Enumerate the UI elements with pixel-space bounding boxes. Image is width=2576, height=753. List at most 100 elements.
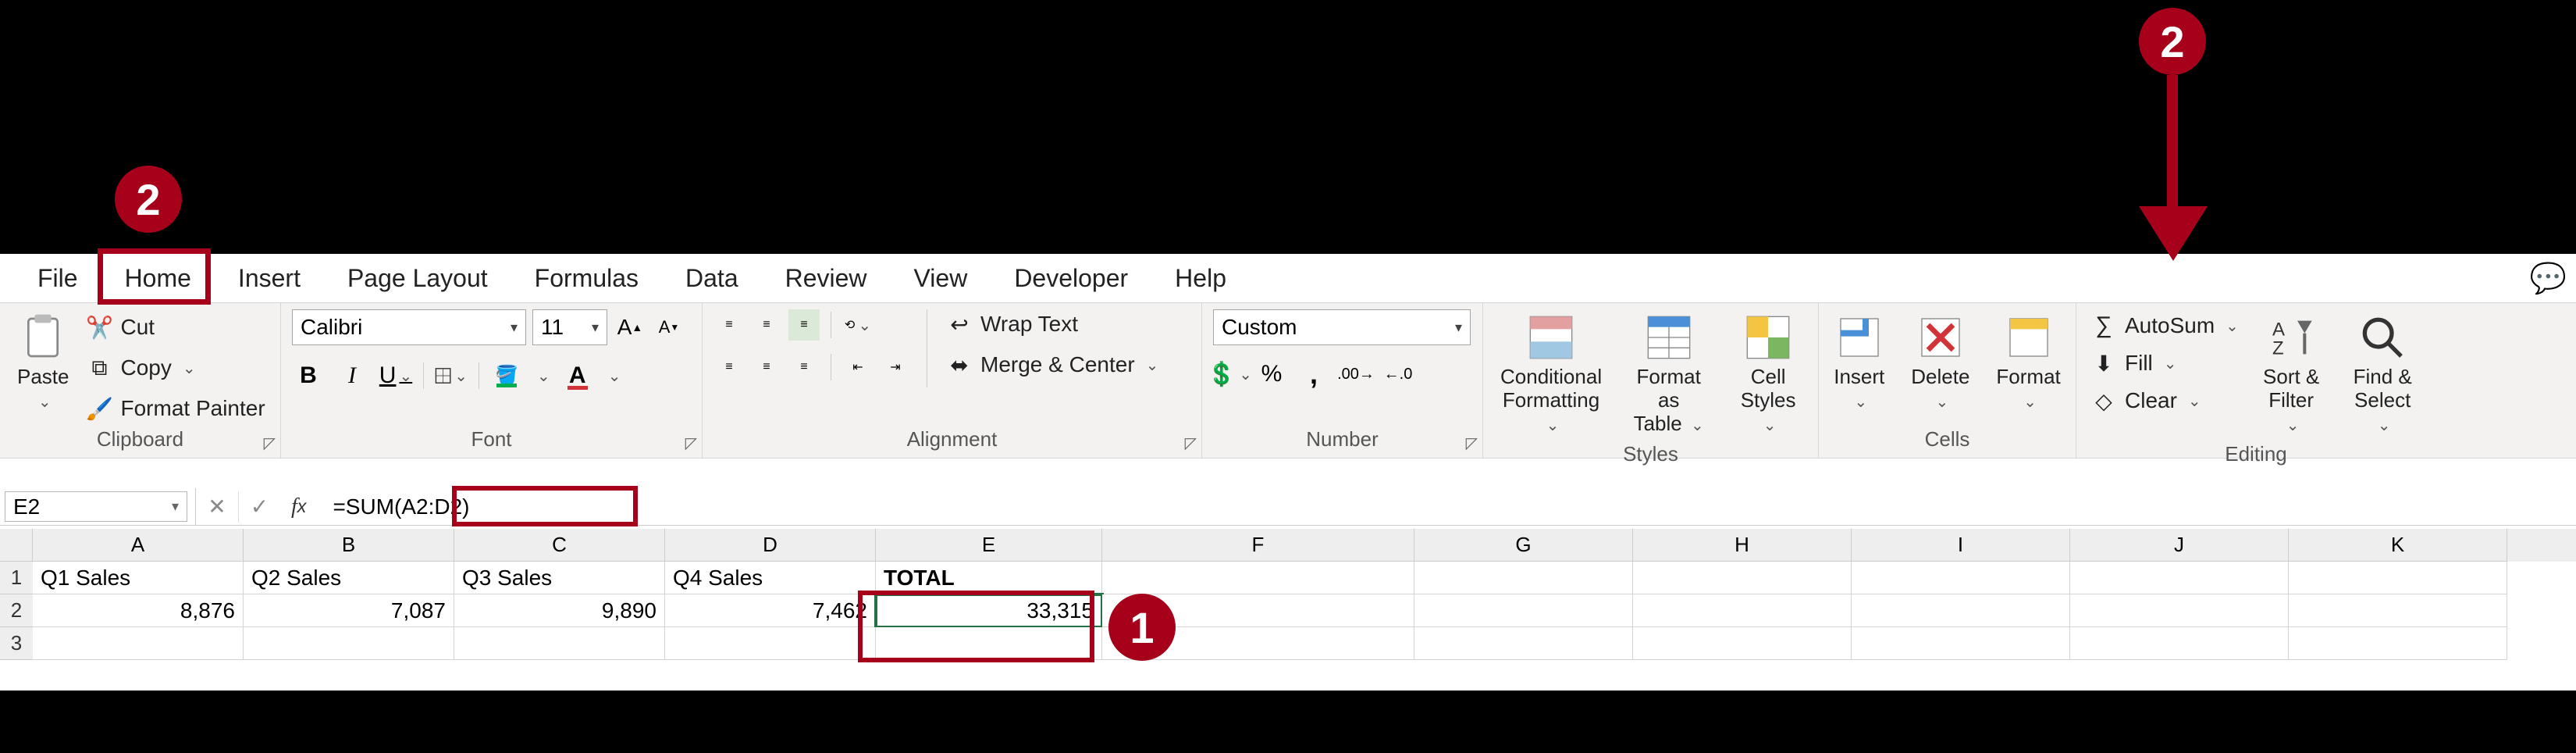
- accounting-button[interactable]: 💲⌄: [1213, 358, 1246, 391]
- col-header-A[interactable]: A: [33, 529, 244, 562]
- cell-G3[interactable]: [1414, 627, 1633, 660]
- tab-review[interactable]: Review: [762, 255, 891, 302]
- cell-I1[interactable]: [1852, 562, 2070, 594]
- cell-styles-button[interactable]: Cell Styles ⌄: [1729, 309, 1807, 439]
- underline-button[interactable]: U⌄: [379, 359, 412, 392]
- align-bottom-button[interactable]: ≡: [788, 309, 820, 341]
- decrease-decimal-button[interactable]: ←.0: [1382, 358, 1414, 391]
- dialog-launcher-alignment[interactable]: ◸: [1185, 434, 1197, 453]
- formula-input[interactable]: [322, 488, 2576, 525]
- align-middle-button[interactable]: ≡: [751, 309, 782, 341]
- cell-K1[interactable]: [2289, 562, 2507, 594]
- cell-F1[interactable]: [1102, 562, 1414, 594]
- delete-cells-button[interactable]: Delete⌄: [1905, 309, 1976, 416]
- conditional-formatting-button[interactable]: Conditional Formatting ⌄: [1494, 309, 1608, 439]
- bold-button[interactable]: B: [292, 359, 325, 392]
- tab-page-layout[interactable]: Page Layout: [324, 255, 511, 302]
- format-painter-button[interactable]: 🖌️ Format Painter: [84, 394, 269, 423]
- col-header-B[interactable]: B: [244, 529, 454, 562]
- tab-insert[interactable]: Insert: [215, 255, 324, 302]
- fx-icon[interactable]: fx: [280, 494, 317, 519]
- wrap-text-button[interactable]: ↩ Wrap Text: [943, 309, 1162, 339]
- number-format-dropdown[interactable]: Custom ▾: [1213, 309, 1471, 345]
- cell-J1[interactable]: [2070, 562, 2289, 594]
- dialog-launcher-number[interactable]: ◸: [1466, 434, 1478, 453]
- cell-I2[interactable]: [1852, 594, 2070, 627]
- col-header-I[interactable]: I: [1852, 529, 2070, 562]
- fill-button[interactable]: ⬇ Fill ⌄: [2087, 348, 2242, 378]
- orientation-button[interactable]: ⟲⌄: [842, 309, 873, 341]
- col-header-F[interactable]: F: [1102, 529, 1414, 562]
- tab-help[interactable]: Help: [1151, 255, 1250, 302]
- cell-H3[interactable]: [1633, 627, 1852, 660]
- tab-formulas[interactable]: Formulas: [511, 255, 662, 302]
- cell-J3[interactable]: [2070, 627, 2289, 660]
- comma-button[interactable]: ,: [1297, 358, 1330, 391]
- align-right-button[interactable]: ≡: [788, 352, 820, 383]
- decrease-indent-button[interactable]: ⇤: [842, 352, 873, 383]
- borders-button[interactable]: ⌄: [435, 359, 468, 392]
- font-color-button[interactable]: A: [561, 359, 594, 392]
- increase-decimal-button[interactable]: .00→: [1340, 358, 1372, 391]
- cell-D2[interactable]: 7,462: [665, 594, 876, 627]
- cell-B1[interactable]: Q2 Sales: [244, 562, 454, 594]
- cell-A2[interactable]: 8,876: [33, 594, 244, 627]
- paste-button[interactable]: Paste⌄: [11, 309, 76, 416]
- col-header-H[interactable]: H: [1633, 529, 1852, 562]
- cell-C1[interactable]: Q3 Sales: [454, 562, 665, 594]
- row-header-3[interactable]: 3: [0, 627, 33, 660]
- format-as-table-button[interactable]: Format as Table ⌄: [1624, 309, 1713, 439]
- cell-D1[interactable]: Q4 Sales: [665, 562, 876, 594]
- col-header-J[interactable]: J: [2070, 529, 2289, 562]
- cell-I3[interactable]: [1852, 627, 2070, 660]
- tab-view[interactable]: View: [891, 255, 991, 302]
- col-header-C[interactable]: C: [454, 529, 665, 562]
- italic-button[interactable]: I: [336, 359, 368, 392]
- tab-developer[interactable]: Developer: [991, 255, 1151, 302]
- cell-H1[interactable]: [1633, 562, 1852, 594]
- cell-H2[interactable]: [1633, 594, 1852, 627]
- increase-indent-button[interactable]: ⇥: [880, 352, 911, 383]
- cell-K2[interactable]: [2289, 594, 2507, 627]
- cancel-formula-button[interactable]: ✕: [196, 491, 238, 523]
- comments-icon[interactable]: 💬: [2530, 262, 2567, 296]
- decrease-font-button[interactable]: A▼: [653, 311, 685, 344]
- cell-G1[interactable]: [1414, 562, 1633, 594]
- align-top-button[interactable]: ≡: [713, 309, 745, 341]
- cell-C2[interactable]: 9,890: [454, 594, 665, 627]
- select-all-corner[interactable]: [0, 529, 33, 562]
- col-header-E[interactable]: E: [876, 529, 1102, 562]
- col-header-G[interactable]: G: [1414, 529, 1633, 562]
- cell-K3[interactable]: [2289, 627, 2507, 660]
- enter-formula-button[interactable]: ✓: [238, 491, 280, 523]
- row-header-1[interactable]: 1: [0, 562, 33, 594]
- tab-file[interactable]: File: [14, 255, 101, 302]
- fill-color-button[interactable]: 🪣: [490, 359, 523, 392]
- cut-button[interactable]: ✂️ Cut: [84, 312, 269, 342]
- dialog-launcher-font[interactable]: ◸: [685, 434, 697, 453]
- tab-data[interactable]: Data: [662, 255, 762, 302]
- font-size-dropdown[interactable]: 11 ▾: [532, 309, 607, 345]
- align-center-button[interactable]: ≡: [751, 352, 782, 383]
- format-cells-button[interactable]: Format⌄: [1990, 309, 2066, 416]
- cell-B2[interactable]: 7,087: [244, 594, 454, 627]
- dialog-launcher-clipboard[interactable]: ◸: [264, 434, 276, 453]
- col-header-D[interactable]: D: [665, 529, 876, 562]
- cell-E1[interactable]: TOTAL: [876, 562, 1102, 594]
- merge-center-button[interactable]: ⬌ Merge & Center ⌄: [943, 350, 1162, 380]
- row-header-2[interactable]: 2: [0, 594, 33, 627]
- clear-button[interactable]: ◇ Clear ⌄: [2087, 386, 2242, 416]
- cell-B3[interactable]: [244, 627, 454, 660]
- cell-J2[interactable]: [2070, 594, 2289, 627]
- font-name-dropdown[interactable]: Calibri ▾: [292, 309, 526, 345]
- autosum-button[interactable]: ∑ AutoSum ⌄: [2087, 311, 2242, 341]
- name-box[interactable]: E2 ▾: [5, 491, 187, 522]
- cell-G2[interactable]: [1414, 594, 1633, 627]
- increase-font-button[interactable]: A▲: [614, 311, 646, 344]
- insert-cells-button[interactable]: Insert⌄: [1827, 309, 1891, 416]
- find-select-button[interactable]: Find & Select ⌄: [2340, 309, 2425, 439]
- cell-A3[interactable]: [33, 627, 244, 660]
- percent-button[interactable]: %: [1255, 358, 1288, 391]
- copy-button[interactable]: ⧉ Copy ⌄: [84, 353, 269, 383]
- cell-A1[interactable]: Q1 Sales: [33, 562, 244, 594]
